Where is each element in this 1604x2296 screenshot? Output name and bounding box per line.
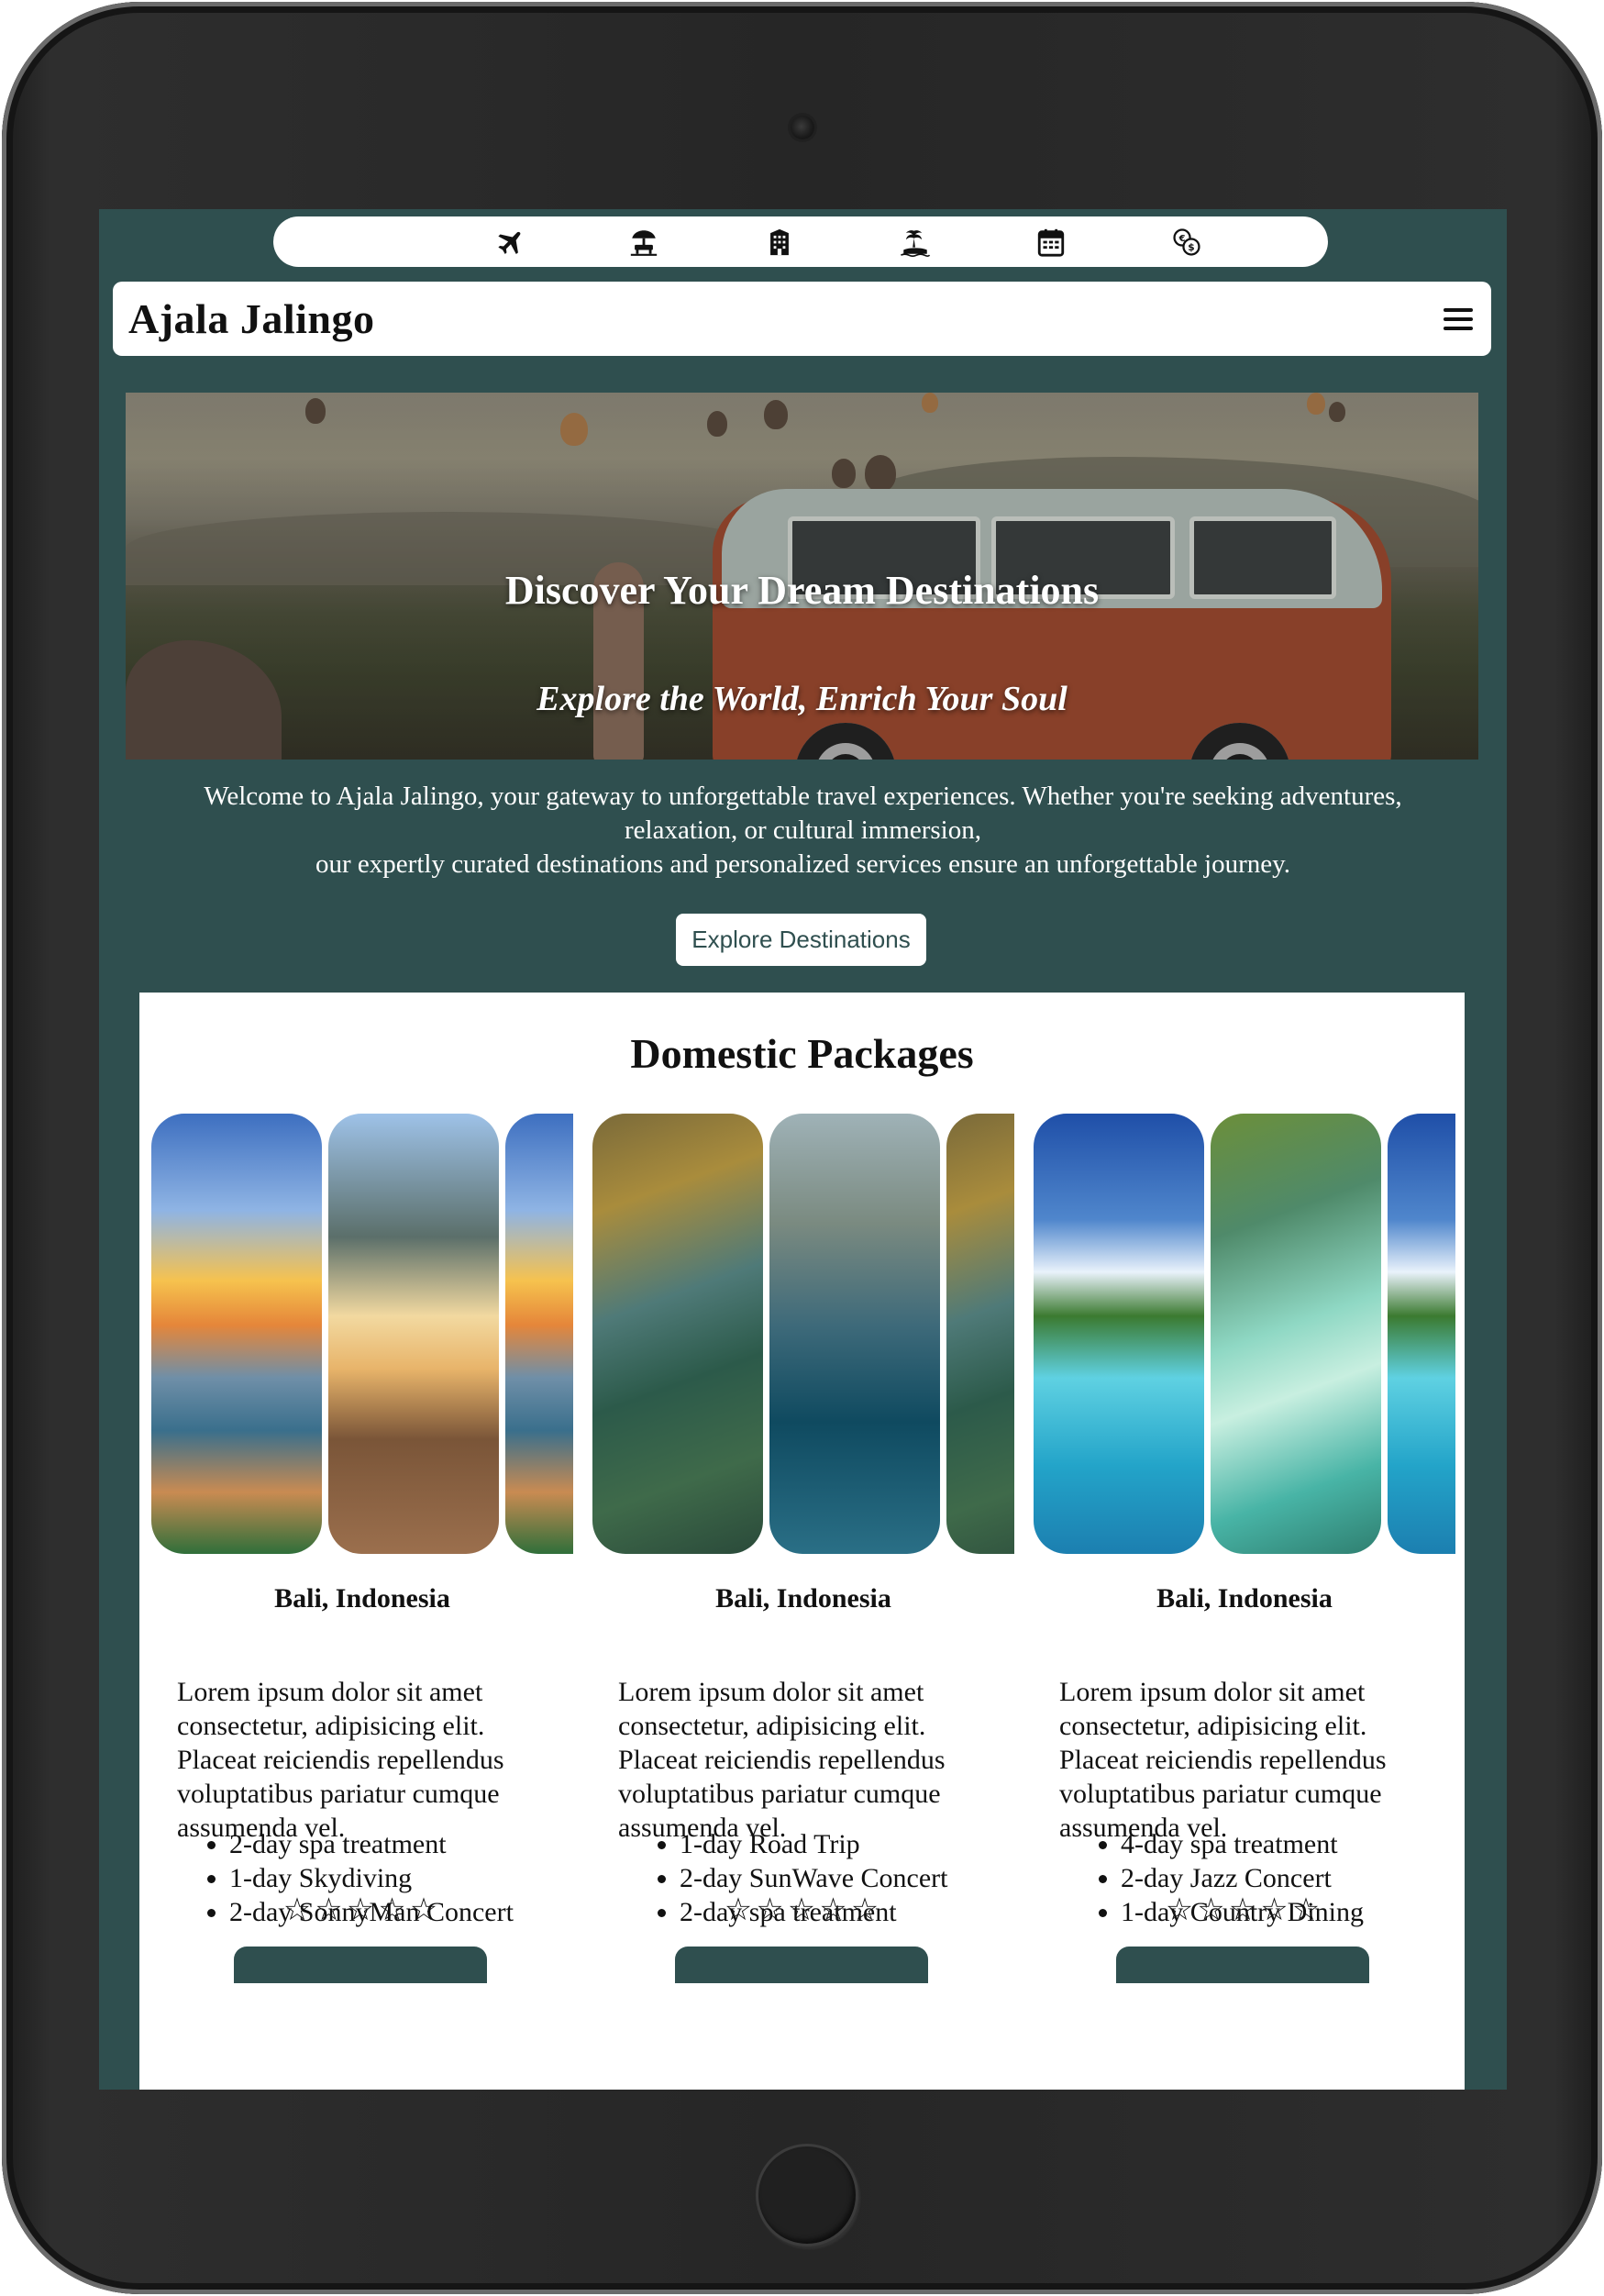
package-description: Lorem ipsum dolor sit amet consectetur, … [177, 1677, 504, 1843]
palm-beach-image [328, 1114, 499, 1554]
image-carousel[interactable] [592, 1114, 1014, 1556]
list-item: 2-day SunWave Concert [680, 1861, 948, 1895]
image-carousel[interactable] [1034, 1114, 1455, 1556]
list-item: 2-day Jazz Concert [1121, 1861, 1364, 1895]
star-rating[interactable]: ☆☆☆☆☆ [1034, 1891, 1455, 1928]
star-rating[interactable]: ☆☆☆☆☆ [592, 1891, 1014, 1928]
hero-banner: Discover Your Dream Destinations Explore… [126, 393, 1478, 760]
kayak-image [769, 1114, 940, 1554]
package-location: Bali, Indonesia [715, 1583, 891, 1614]
list-item: 4-day spa treatment [1121, 1827, 1364, 1861]
packages-heading: Domestic Packages [630, 1030, 974, 1077]
navbar: Ajala Jalingo [113, 282, 1491, 356]
svg-text:€: € [1178, 233, 1186, 243]
list-item: 1-day Skydiving [229, 1861, 514, 1895]
home-button[interactable] [756, 2144, 858, 2246]
icon-bar: € $ [273, 216, 1328, 267]
package-location: Bali, Indonesia [1156, 1583, 1333, 1614]
list-item: 2-day spa treatment [229, 1827, 514, 1861]
welcome-line-2: our expertly curated destinations and pe… [315, 849, 1290, 879]
svg-text:$: $ [1188, 240, 1194, 252]
calendar-icon[interactable] [983, 216, 1119, 267]
river-aerial-image [946, 1114, 1014, 1554]
coastline-image [505, 1114, 573, 1554]
packages-section: Domestic Packages Bali, Indonesia Lorem … [139, 993, 1465, 2090]
package-description: Lorem ipsum dolor sit amet consectetur, … [618, 1677, 946, 1843]
hotel-building-icon[interactable] [712, 216, 847, 267]
package-card[interactable]: Bali, Indonesia Lorem ipsum dolor sit am… [151, 1114, 573, 1983]
package-description: Lorem ipsum dolor sit amet consectetur, … [1059, 1677, 1387, 1843]
screen: € $ Ajala Jalingo Discover Your Dream De… [99, 209, 1507, 2090]
book-button[interactable] [234, 1947, 487, 1983]
image-carousel[interactable] [151, 1114, 573, 1556]
currency-exchange-icon[interactable]: € $ [1119, 216, 1255, 267]
tablet-frame: € $ Ajala Jalingo Discover Your Dream De… [2, 2, 1602, 2294]
welcome-text: Welcome to Ajala Jalingo, your gateway t… [163, 780, 1443, 882]
book-button[interactable] [675, 1947, 928, 1983]
package-card[interactable]: Bali, Indonesia Lorem ipsum dolor sit am… [592, 1114, 1014, 1983]
list-item: 1-day Road Trip [680, 1827, 948, 1861]
island-icon[interactable] [847, 216, 983, 267]
package-card[interactable]: Bali, Indonesia Lorem ipsum dolor sit am… [1034, 1114, 1455, 1983]
coastline-image [151, 1114, 322, 1554]
island-image [1388, 1114, 1455, 1554]
camera-icon [791, 116, 814, 139]
river-aerial-image [592, 1114, 763, 1554]
island-image [1034, 1114, 1204, 1554]
airplane-icon[interactable] [440, 216, 576, 267]
star-rating[interactable]: ☆☆☆☆☆ [151, 1891, 573, 1928]
hero-title: Discover Your Dream Destinations [504, 568, 1100, 613]
brand-logo[interactable]: Ajala Jalingo [128, 294, 374, 343]
welcome-line-1: Welcome to Ajala Jalingo, your gateway t… [204, 782, 1402, 845]
package-location: Bali, Indonesia [274, 1583, 450, 1614]
hamburger-menu-icon[interactable] [1444, 307, 1473, 330]
explore-destinations-button[interactable]: Explore Destinations [676, 914, 926, 966]
lagoon-image [1211, 1114, 1381, 1554]
book-button[interactable] [1116, 1947, 1369, 1983]
hero-subtitle: Explore the World, Enrich Your Soul [537, 680, 1067, 718]
beach-umbrella-icon[interactable] [576, 216, 712, 267]
